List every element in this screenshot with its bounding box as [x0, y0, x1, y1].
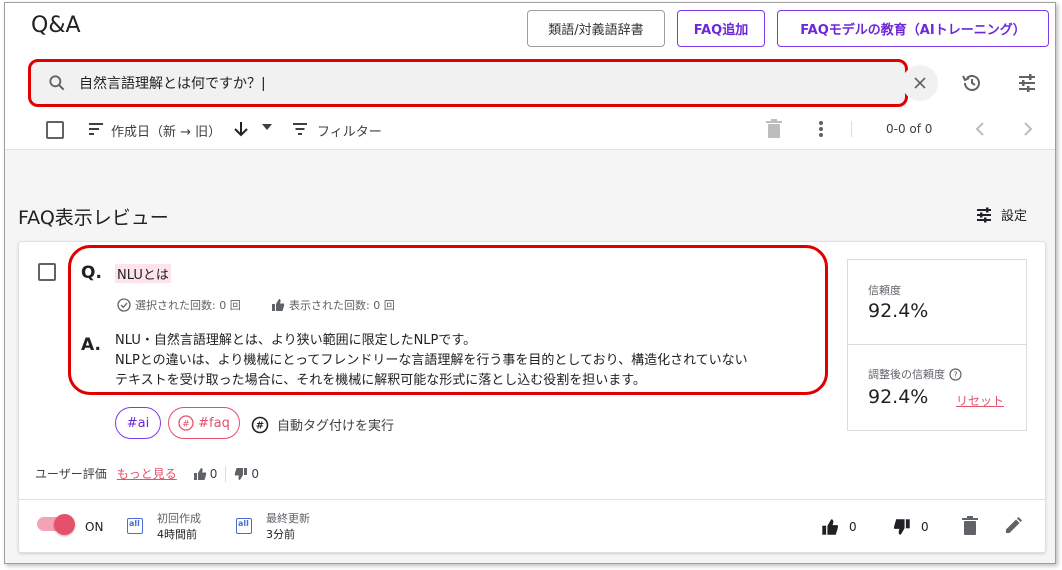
created-info: all 初回作成 4時間前	[127, 511, 201, 543]
answer-line: テキストを受け取った場合に、それを機械に解釈可能な形式に落とし込む役割を担います…	[115, 373, 646, 388]
auto-tag-button[interactable]: # 自動タグ付けを実行	[251, 415, 394, 434]
adjusted-confidence-label: 調整後の信頼度 ?	[868, 366, 962, 382]
tune-icon[interactable]	[1015, 71, 1039, 95]
more-vert-icon[interactable]	[811, 119, 831, 139]
delete-icon[interactable]	[961, 516, 979, 536]
calendar-icon: all	[236, 518, 252, 534]
caret-down-icon[interactable]	[262, 124, 272, 130]
svg-text:#: #	[256, 420, 264, 431]
tag-chip-faq[interactable]: # #faq	[168, 407, 240, 439]
auto-tag-label: 自動タグ付けを実行	[277, 419, 395, 434]
rating-label: ユーザー評価	[35, 467, 107, 481]
rating-down: 0	[234, 467, 259, 481]
svg-text:#: #	[182, 420, 190, 430]
hashtag-icon: #	[178, 415, 194, 431]
delete-icon[interactable]	[765, 119, 783, 139]
sort-label[interactable]: 作成日（新 → 旧）	[111, 121, 221, 140]
close-icon	[914, 77, 926, 89]
dislike-button[interactable]: 0	[893, 518, 929, 536]
check-circle-icon	[117, 298, 131, 312]
pagination-label: 0-0 of 0	[886, 122, 933, 136]
settings-label: 設定	[1001, 209, 1028, 224]
updated-value: 3分前	[266, 528, 295, 541]
displayed-count: 表示された回数: 0 回	[271, 297, 395, 313]
toolbar-divider	[851, 121, 852, 137]
rating-up-count: 0	[209, 466, 218, 481]
answer-text: NLU・自然言語理解とは、より狭い範囲に限定したNLPです。 NLPとの違いは、…	[115, 331, 825, 391]
search-bar	[28, 59, 908, 107]
hashtag-icon: #	[251, 416, 269, 433]
search-icon	[49, 75, 65, 91]
confidence-divider	[848, 344, 1026, 345]
answer-line: NLPとの違いは、より機械にとってフレンドリーな言語理解を行う事を目的としており…	[115, 353, 748, 368]
displayed-count-text: 表示された回数: 0 回	[289, 299, 395, 312]
reset-link[interactable]: リセット	[956, 392, 1004, 409]
confidence-panel: 信頼度 92.4% 調整後の信頼度 ? 92.4% リセット	[847, 259, 1027, 431]
created-label: 初回作成	[157, 512, 201, 525]
selected-count: 選択された回数: 0 回	[117, 297, 241, 313]
rating-up: 0	[193, 466, 218, 481]
chevron-right-icon[interactable]	[1017, 119, 1037, 139]
select-all-checkbox[interactable]	[46, 121, 64, 139]
updated-info: all 最終更新 3分前	[236, 511, 310, 543]
arrow-down-icon[interactable]	[231, 119, 251, 139]
toggle-knob[interactable]	[54, 514, 75, 535]
settings-button[interactable]: 設定	[975, 205, 1027, 224]
history-icon[interactable]	[960, 71, 984, 95]
answer-marker: A.	[81, 335, 101, 355]
dislike-count: 0	[921, 520, 929, 534]
svg-text:?: ?	[953, 370, 957, 379]
like-count: 0	[849, 520, 857, 534]
confidence-label: 信頼度	[868, 284, 901, 297]
question-marker: Q.	[81, 263, 102, 283]
tune-icon	[977, 207, 991, 222]
toggle-label: ON	[85, 520, 104, 534]
answer-line: NLU・自然言語理解とは、より狭い範囲に限定したNLPです。	[115, 333, 477, 348]
help-icon[interactable]: ?	[949, 367, 962, 381]
chevron-left-icon[interactable]	[971, 119, 991, 139]
thumbs-up-icon	[193, 467, 207, 480]
created-value: 4時間前	[157, 528, 197, 541]
tag-chip-ai[interactable]: #ai	[115, 407, 161, 439]
thumbs-down-icon	[893, 519, 910, 535]
thumbs-down-icon	[235, 467, 248, 480]
filter-icon[interactable]	[291, 120, 309, 138]
thumbs-up-icon	[822, 519, 839, 535]
adjusted-confidence-text: 調整後の信頼度	[868, 368, 945, 381]
thumbs-up-icon	[272, 299, 285, 311]
list-toolbar: 作成日（新 → 旧） フィルター 0-0 of 0	[5, 115, 1055, 145]
question-text: NLUとは	[115, 264, 171, 283]
faq-select-checkbox[interactable]	[38, 263, 56, 281]
selected-count-text: 選択された回数: 0 回	[135, 299, 241, 312]
search-input[interactable]	[79, 75, 859, 91]
confidence-value: 92.4%	[868, 300, 929, 322]
filter-label[interactable]: フィルター	[317, 121, 382, 140]
train-model-button[interactable]: FAQモデルの教育（AIトレーニング）	[777, 10, 1049, 47]
calendar-icon: all	[127, 518, 143, 534]
section-title: FAQ表示レビュー	[18, 207, 169, 229]
app-window: Q&A 類語/対義語辞書 FAQ追加 FAQモデルの教育（AIトレーニング） 作…	[4, 2, 1056, 564]
updated-label: 最終更新	[266, 512, 310, 525]
user-rating: ユーザー評価 もっと見る 0 0	[35, 465, 259, 482]
card-divider	[19, 499, 1045, 500]
page-title: Q&A	[31, 13, 81, 38]
tag-label: #faq	[198, 415, 230, 431]
rating-divider	[225, 465, 227, 482]
like-button[interactable]: 0	[821, 518, 857, 536]
dictionary-button[interactable]: 類語/対義語辞書	[527, 10, 665, 47]
edit-icon[interactable]	[1003, 516, 1023, 536]
adjusted-confidence-value: 92.4%	[868, 386, 929, 408]
see-more-link[interactable]: もっと見る	[117, 465, 177, 482]
clear-search-button[interactable]	[902, 65, 938, 101]
rating-down-count: 0	[251, 466, 260, 481]
sort-icon[interactable]	[87, 120, 105, 138]
add-faq-button[interactable]: FAQ追加	[677, 10, 765, 47]
